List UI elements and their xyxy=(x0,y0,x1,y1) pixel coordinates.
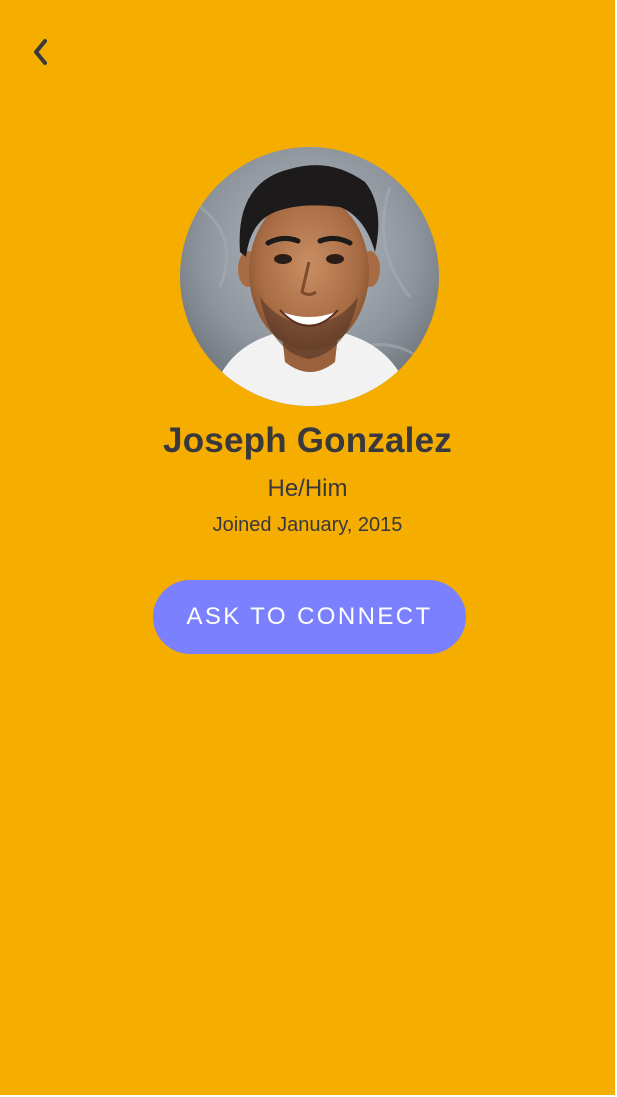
ask-to-connect-button[interactable]: ASK TO CONNECT xyxy=(153,580,466,654)
profile-photo xyxy=(180,147,439,406)
avatar xyxy=(180,147,439,406)
profile-pronouns: He/Him xyxy=(267,475,348,502)
profile-screen: Joseph Gonzalez He/Him Joined January, 2… xyxy=(0,0,615,1095)
profile-name: Joseph Gonzalez xyxy=(163,421,452,460)
back-button[interactable] xyxy=(22,34,58,70)
joined-date: Joined January, 2015 xyxy=(212,514,403,536)
chevron-left-icon xyxy=(34,39,47,65)
